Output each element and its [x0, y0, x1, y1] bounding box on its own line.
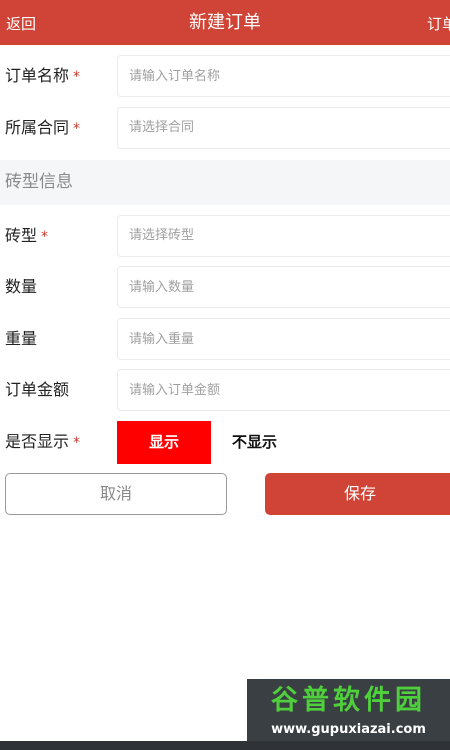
required-mark: * — [73, 435, 81, 451]
order-name-label: 订单名称 * — [5, 50, 80, 102]
display-option-hide[interactable]: 不显示 — [232, 421, 277, 464]
amount-input[interactable] — [117, 369, 450, 411]
cancel-button[interactable]: 取消 — [5, 473, 227, 515]
quantity-row: 数量 — [0, 261, 450, 313]
brick-type-row: 砖型 * 请选择砖型 — [0, 210, 450, 262]
weight-row: 重量 — [0, 313, 450, 365]
required-mark: * — [73, 121, 81, 137]
back-button[interactable]: 返回 — [6, 0, 36, 45]
brick-info-section: 砖型信息 — [0, 160, 450, 205]
order-name-row: 订单名称 * — [0, 50, 450, 102]
display-label: 是否显示 * — [5, 416, 80, 468]
contract-select[interactable]: 请选择合同 — [117, 107, 450, 149]
contract-label-text: 所属合同 — [5, 118, 70, 137]
bottom-strip — [0, 741, 450, 750]
amount-row: 订单金额 — [0, 364, 450, 416]
contract-row: 所属合同 * 请选择合同 — [0, 102, 450, 154]
order-name-input[interactable] — [117, 55, 450, 97]
order-name-label-text: 订单名称 — [5, 66, 70, 85]
brick-type-label-text: 砖型 — [5, 226, 38, 245]
display-row: 是否显示 * — [0, 416, 450, 468]
required-mark: * — [41, 229, 49, 245]
page-title: 新建订单 — [189, 12, 261, 33]
watermark-url: www.gupuxiazai.com — [271, 722, 426, 737]
watermark-logo: 谷普软件园 www.gupuxiazai.com — [247, 679, 450, 741]
display-label-text: 是否显示 — [5, 432, 70, 451]
required-mark: * — [73, 69, 81, 85]
weight-label: 重量 — [5, 329, 38, 348]
quantity-input[interactable] — [117, 266, 450, 308]
top-bar: 返回 新建订单 订单 — [0, 0, 450, 45]
brick-type-select[interactable]: 请选择砖型 — [117, 215, 450, 257]
section-title: 砖型信息 — [5, 172, 73, 192]
order-list-button[interactable]: 订单 — [427, 0, 450, 45]
amount-label: 订单金额 — [5, 380, 70, 399]
contract-label: 所属合同 * — [5, 102, 80, 154]
save-button[interactable]: 保存 — [265, 473, 450, 515]
quantity-label: 数量 — [5, 277, 38, 296]
display-option-show[interactable]: 显示 — [117, 421, 211, 464]
new-order-page: 返回 新建订单 订单 订单名称* 所属合同* 请选择合同 砖型信息 砖型* 请选… — [0, 0, 450, 750]
weight-input[interactable] — [117, 318, 450, 360]
brick-type-label: 砖型 * — [5, 210, 48, 262]
watermark-name: 谷普软件园 — [271, 685, 426, 716]
